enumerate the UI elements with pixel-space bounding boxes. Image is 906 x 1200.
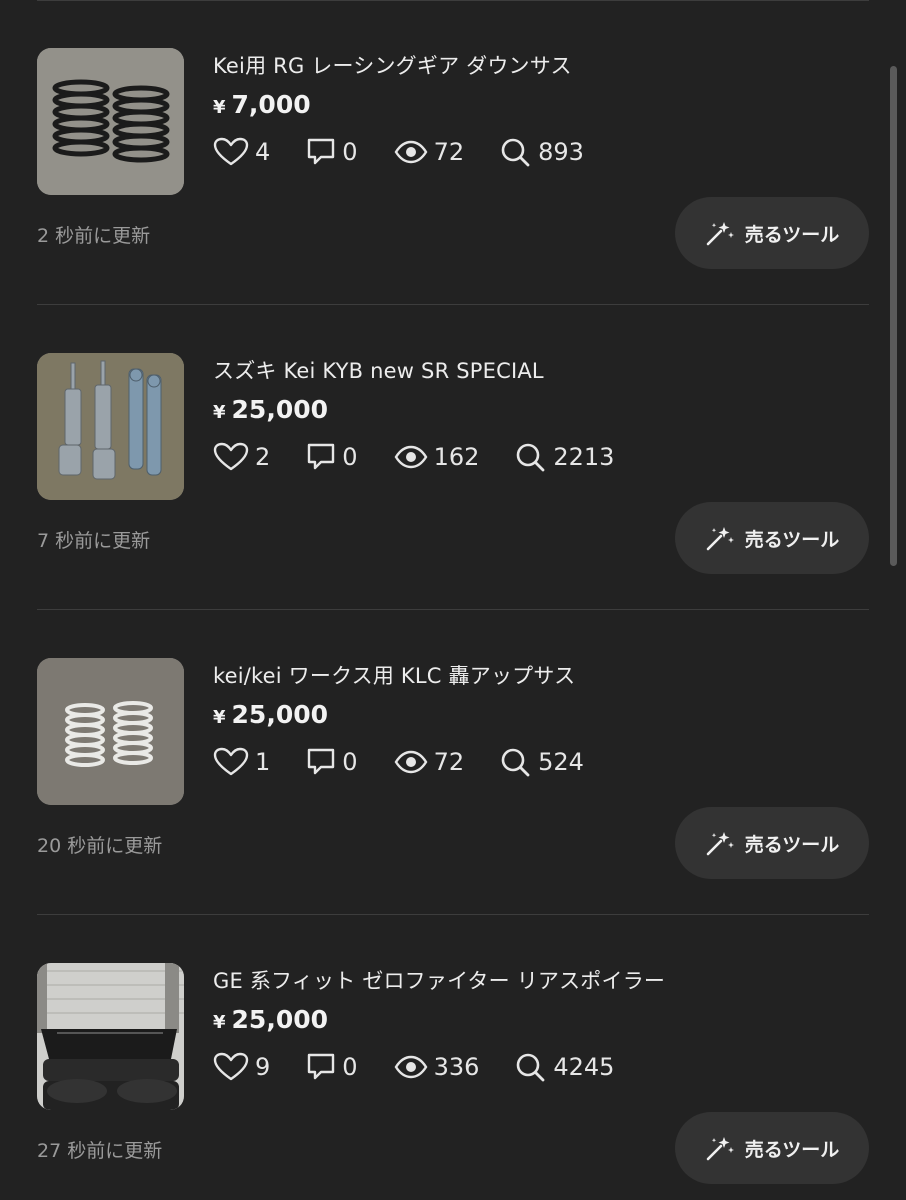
currency-symbol: ¥ — [213, 97, 226, 118]
listing-price: ¥25,000 — [213, 395, 328, 424]
view-count: 162 — [433, 443, 480, 471]
listing-stats: 9 0 336 4245 — [213, 1049, 650, 1085]
updated-time: 2 秒前に更新 — [37, 225, 151, 247]
eye-icon — [394, 750, 427, 774]
eye-icon — [394, 445, 427, 469]
eye-icon — [394, 140, 427, 164]
updated-time: 20 秒前に更新 — [37, 835, 163, 857]
search-icon — [517, 1053, 545, 1082]
listing-stats: 2 0 162 2213 — [213, 439, 650, 475]
price-amount: 25,000 — [231, 700, 329, 729]
view-count: 72 — [433, 138, 465, 166]
sell-tool-label: 売るツール — [744, 1138, 840, 1161]
sparkle-wand-icon — [706, 222, 734, 246]
listing-thumbnail[interactable] — [37, 353, 184, 500]
like-count: 1 — [255, 748, 271, 776]
sell-tool-label: 売るツール — [744, 833, 840, 856]
listing-screen: Kei用 RG レーシングギア ダウンサス ¥7,000 4 0 72 893 … — [0, 0, 906, 1200]
currency-symbol: ¥ — [213, 402, 226, 423]
comment-icon — [308, 138, 335, 165]
search-count: 4245 — [553, 1053, 615, 1081]
comment-count: 0 — [342, 748, 358, 776]
updated-time: 7 秒前に更新 — [37, 530, 151, 552]
listing-thumbnail[interactable] — [37, 658, 184, 805]
search-count: 524 — [538, 748, 584, 776]
comment-count: 0 — [342, 1053, 358, 1081]
sell-tool-button[interactable]: 売るツール — [675, 502, 869, 574]
listing-thumbnail[interactable] — [37, 48, 184, 195]
price-amount: 25,000 — [231, 1005, 329, 1034]
like-count: 2 — [255, 443, 271, 471]
price-amount: 25,000 — [231, 395, 329, 424]
listing-title[interactable]: GE 系フィット ゼロファイター リアスポイラー — [213, 965, 665, 995]
listing-thumbnail[interactable] — [37, 963, 184, 1110]
comment-icon — [308, 443, 335, 470]
view-count: 72 — [433, 748, 465, 776]
listing-title[interactable]: Kei用 RG レーシングギア ダウンサス — [213, 50, 572, 80]
heart-icon — [213, 442, 249, 471]
listing-item[interactable]: Kei用 RG レーシングギア ダウンサス ¥7,000 4 0 72 893 … — [37, 0, 869, 305]
updated-time: 27 秒前に更新 — [37, 1140, 163, 1162]
like-stat: 1 — [213, 747, 270, 777]
comment-stat: 0 — [306, 1052, 358, 1082]
view-stat: 72 — [394, 137, 465, 167]
search-icon — [517, 443, 545, 472]
like-count: 9 — [255, 1053, 271, 1081]
sell-tool-label: 売るツール — [744, 223, 840, 246]
comment-stat: 0 — [306, 747, 358, 777]
like-stat: 4 — [213, 137, 270, 167]
view-stat: 72 — [394, 747, 465, 777]
sell-tool-button[interactable]: 売るツール — [675, 807, 869, 879]
eye-icon — [394, 1055, 427, 1079]
listing-title[interactable]: kei/kei ワークス用 KLC 轟アップサス — [213, 660, 575, 690]
like-count: 4 — [255, 138, 271, 166]
comment-icon — [308, 748, 335, 775]
currency-symbol: ¥ — [213, 707, 226, 728]
currency-symbol: ¥ — [213, 1012, 226, 1033]
sell-tool-button[interactable]: 売るツール — [675, 1112, 869, 1184]
listing-price: ¥25,000 — [213, 1005, 328, 1034]
search-stat: 4245 — [515, 1052, 614, 1082]
listing-title[interactable]: スズキ Kei KYB new SR SPECIAL — [213, 355, 544, 385]
listing-item[interactable]: スズキ Kei KYB new SR SPECIAL ¥25,000 2 0 1… — [37, 305, 869, 610]
view-count: 336 — [433, 1053, 480, 1081]
search-stat: 2213 — [515, 442, 614, 472]
heart-icon — [213, 747, 249, 776]
heart-icon — [213, 137, 249, 166]
sparkle-wand-icon — [706, 527, 734, 551]
like-stat: 9 — [213, 1052, 270, 1082]
sparkle-wand-icon — [706, 1137, 734, 1161]
search-count: 893 — [538, 138, 584, 166]
search-icon — [501, 138, 530, 167]
scrollbar[interactable] — [890, 66, 897, 566]
comment-count: 0 — [342, 138, 358, 166]
comment-count: 0 — [342, 443, 358, 471]
listing-stats: 1 0 72 524 — [213, 744, 620, 780]
view-stat: 162 — [394, 442, 480, 472]
listing-item[interactable]: GE 系フィット ゼロファイター リアスポイラー ¥25,000 9 0 336… — [37, 915, 869, 1200]
heart-icon — [213, 1052, 249, 1081]
comment-stat: 0 — [306, 442, 358, 472]
view-stat: 336 — [394, 1052, 480, 1082]
sell-tool-label: 売るツール — [744, 528, 840, 551]
like-stat: 2 — [213, 442, 270, 472]
listing-price: ¥7,000 — [213, 90, 311, 119]
listing-item[interactable]: kei/kei ワークス用 KLC 轟アップサス ¥25,000 1 0 72 … — [37, 610, 869, 915]
listing-stats: 4 0 72 893 — [213, 134, 620, 170]
sparkle-wand-icon — [706, 832, 734, 856]
search-count: 2213 — [553, 443, 615, 471]
price-amount: 7,000 — [231, 90, 311, 119]
search-stat: 893 — [500, 137, 584, 167]
search-stat: 524 — [500, 747, 584, 777]
sell-tool-button[interactable]: 売るツール — [675, 197, 869, 269]
comment-stat: 0 — [306, 137, 358, 167]
comment-icon — [308, 1053, 335, 1080]
listing-price: ¥25,000 — [213, 700, 328, 729]
search-icon — [501, 748, 530, 777]
